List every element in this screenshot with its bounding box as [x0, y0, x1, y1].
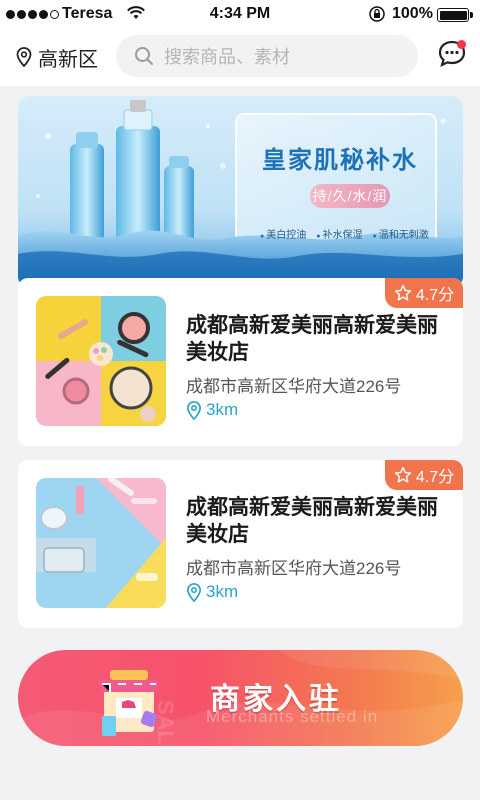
- battery-percentage: 100%: [392, 5, 433, 22]
- store-distance: 3km: [186, 582, 238, 602]
- banner-tag: 美白控油: [260, 226, 306, 241]
- banner-tag: 补水保湿: [316, 226, 362, 241]
- status-bar: Teresa 4:34 PM 100%: [0, 0, 480, 28]
- svg-text:SALE: SALE: [153, 700, 178, 746]
- store-thumbnail: [36, 478, 166, 608]
- merchants-settle-in-banner[interactable]: SALE 商家入驻 Merchants settled in: [18, 650, 463, 746]
- banner-title: 皇家肌秘补水: [262, 145, 418, 174]
- store-rating-badge: 4.7分: [385, 460, 463, 490]
- location-selector[interactable]: 高新区: [16, 42, 98, 72]
- store-name: 成都高新爱美丽高新爱美丽美妆店: [186, 496, 438, 546]
- promo-banner[interactable]: 皇家肌秘补水 持/久/水/润 美白控油 补水保湿 温和无刺激: [18, 96, 463, 288]
- search-icon: [135, 47, 153, 65]
- store-address: 成都市高新区华府大道226号: [186, 559, 402, 578]
- location-pin-icon: [16, 47, 32, 67]
- store-thumbnail: [36, 296, 166, 426]
- store-rating-badge: 4.7分: [385, 278, 463, 308]
- store-distance: 3km: [186, 400, 238, 420]
- store-name: 成都高新爱美丽高新爱美丽美妆店: [186, 314, 438, 364]
- rating-value: 4.7分: [415, 287, 455, 304]
- star-icon: [394, 466, 412, 483]
- store-card[interactable]: 成都高新爱美丽高新爱美丽美妆店 成都市高新区华府大道226号 3km 4.7分: [18, 460, 463, 628]
- message-button[interactable]: [436, 38, 468, 70]
- banner-subtitle: 持/久/水/润: [310, 184, 390, 208]
- location-label: 高新区: [38, 48, 98, 71]
- message-icon: [438, 40, 466, 68]
- location-pin-icon: [186, 582, 202, 602]
- star-icon: [394, 284, 412, 301]
- battery-icon: [437, 8, 473, 22]
- banner-tags: 美白控油 补水保湿 温和无刺激: [260, 226, 429, 241]
- banner-tag: 温和无刺激: [372, 226, 429, 241]
- store-card[interactable]: 成都高新爱美丽高新爱美丽美妆店 成都市高新区华府大道226号 3km 4.7分: [18, 278, 463, 446]
- search-input[interactable]: 搜索商品、素材: [116, 35, 418, 77]
- store-address: 成都市高新区华府大道226号: [186, 377, 402, 396]
- banner-artwork: [18, 96, 463, 288]
- top-header: 高新区 搜索商品、素材: [0, 28, 480, 86]
- distance-value: 3km: [206, 582, 239, 601]
- rotation-lock-icon: [368, 6, 386, 27]
- rating-value: 4.7分: [415, 469, 455, 486]
- location-pin-icon: [186, 400, 202, 420]
- search-placeholder: 搜索商品、素材: [164, 47, 290, 67]
- distance-value: 3km: [206, 400, 239, 419]
- merchants-subtitle: Merchants settled in: [206, 707, 379, 726]
